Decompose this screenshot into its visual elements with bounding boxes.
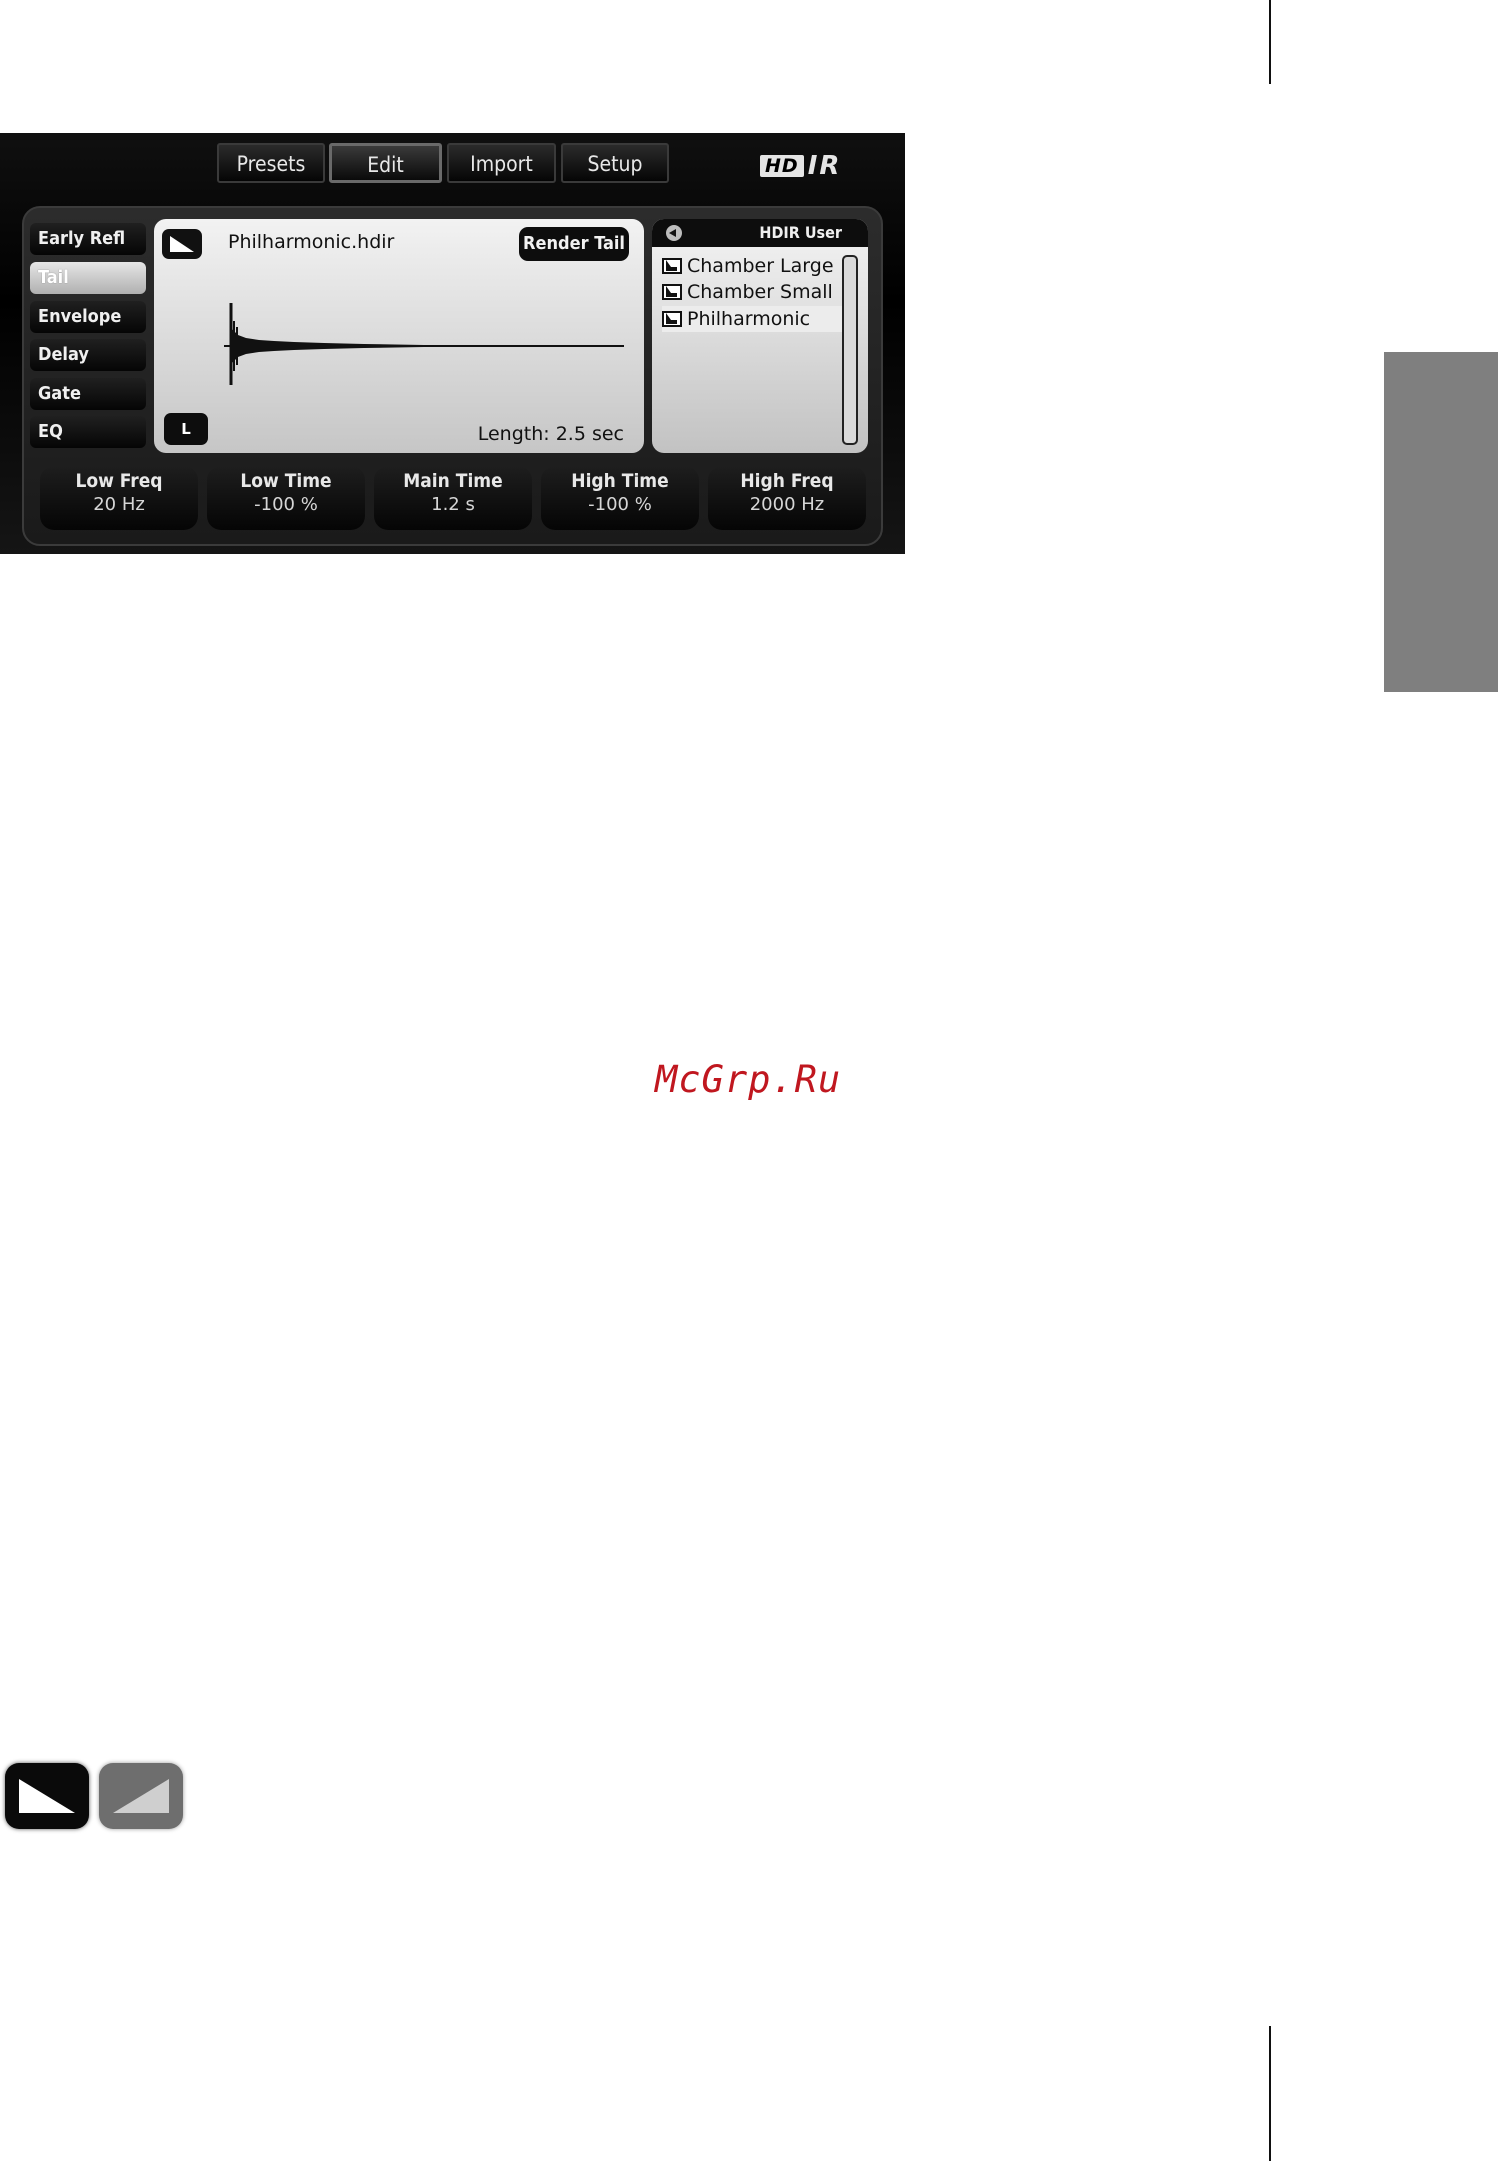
- high-freq-control[interactable]: High Freq 2000 Hz: [708, 466, 866, 530]
- tab-presets[interactable]: Presets: [217, 143, 325, 183]
- channel-button[interactable]: L: [164, 413, 208, 445]
- tab-import[interactable]: Import: [447, 143, 556, 183]
- low-time-control[interactable]: Low Time -100 %: [207, 466, 365, 530]
- list-item-label: Chamber Small: [687, 281, 833, 303]
- tab-setup[interactable]: Setup: [561, 143, 669, 183]
- fade-out-icon[interactable]: [162, 229, 202, 259]
- ir-library-list: HDIR User Chamber Large Chamber Small Ph…: [652, 219, 868, 453]
- ir-length: Length: 2.5 sec: [477, 423, 624, 445]
- knob-label: High Time: [571, 470, 669, 492]
- logo-ir: IR: [807, 151, 842, 181]
- sidebar-item-gate[interactable]: Gate: [30, 378, 146, 410]
- knob-value: -100 %: [254, 494, 318, 515]
- crop-mark-top: [1269, 0, 1271, 84]
- ir-file-icon: [662, 311, 682, 327]
- library-title: HDIR User: [759, 223, 842, 242]
- tab-edit[interactable]: Edit: [329, 143, 442, 183]
- knob-label: High Freq: [740, 470, 834, 492]
- sidebar-item-early-refl[interactable]: Early Refl: [30, 223, 146, 255]
- watermark: McGrp.Ru: [655, 1058, 842, 1101]
- low-freq-control[interactable]: Low Freq 20 Hz: [40, 466, 198, 530]
- impulse-response-waveform: [224, 303, 624, 385]
- library-scrollbar[interactable]: [842, 255, 858, 445]
- knob-value: 20 Hz: [93, 494, 145, 515]
- back-arrow-icon[interactable]: [666, 225, 682, 241]
- knob-label: Low Time: [240, 470, 332, 492]
- knob-value: 1.2 s: [431, 494, 475, 515]
- crop-mark-bottom: [1269, 2026, 1271, 2161]
- knob-value: -100 %: [588, 494, 652, 515]
- library-header: HDIR User: [652, 219, 868, 247]
- logo-hd: HD: [760, 155, 804, 177]
- list-item[interactable]: Chamber Small: [662, 279, 842, 305]
- ir-filename: Philharmonic.hdir: [228, 231, 395, 253]
- sidebar-item-delay[interactable]: Delay: [30, 339, 146, 371]
- main-time-control[interactable]: Main Time 1.2 s: [374, 466, 532, 530]
- knob-label: Low Freq: [75, 470, 163, 492]
- list-item-selected[interactable]: Philharmonic: [662, 306, 842, 332]
- hdir-plugin-panel: Presets Edit Import Setup HD IR Early Re…: [0, 133, 905, 554]
- sidebar-item-envelope[interactable]: Envelope: [30, 301, 146, 333]
- sidebar-item-tail[interactable]: Tail: [30, 262, 146, 294]
- waveform-display: Philharmonic.hdir Render Tail L Length: …: [154, 219, 644, 453]
- sidebar-item-eq[interactable]: EQ: [30, 416, 146, 448]
- chapter-tab: [1384, 352, 1498, 692]
- fade-in-icon: [99, 1763, 183, 1829]
- knob-value: 2000 Hz: [749, 494, 825, 515]
- high-time-control[interactable]: High Time -100 %: [541, 466, 699, 530]
- ir-file-icon: [662, 258, 682, 274]
- list-item-label: Philharmonic: [687, 308, 811, 330]
- list-item[interactable]: Chamber Large: [662, 253, 842, 279]
- knob-label: Main Time: [403, 470, 503, 492]
- fade-out-icon: [5, 1763, 89, 1829]
- ir-file-icon: [662, 284, 682, 300]
- hdir-logo: HD IR: [760, 151, 841, 181]
- list-item-label: Chamber Large: [687, 255, 834, 277]
- render-tail-button[interactable]: Render Tail: [519, 227, 629, 261]
